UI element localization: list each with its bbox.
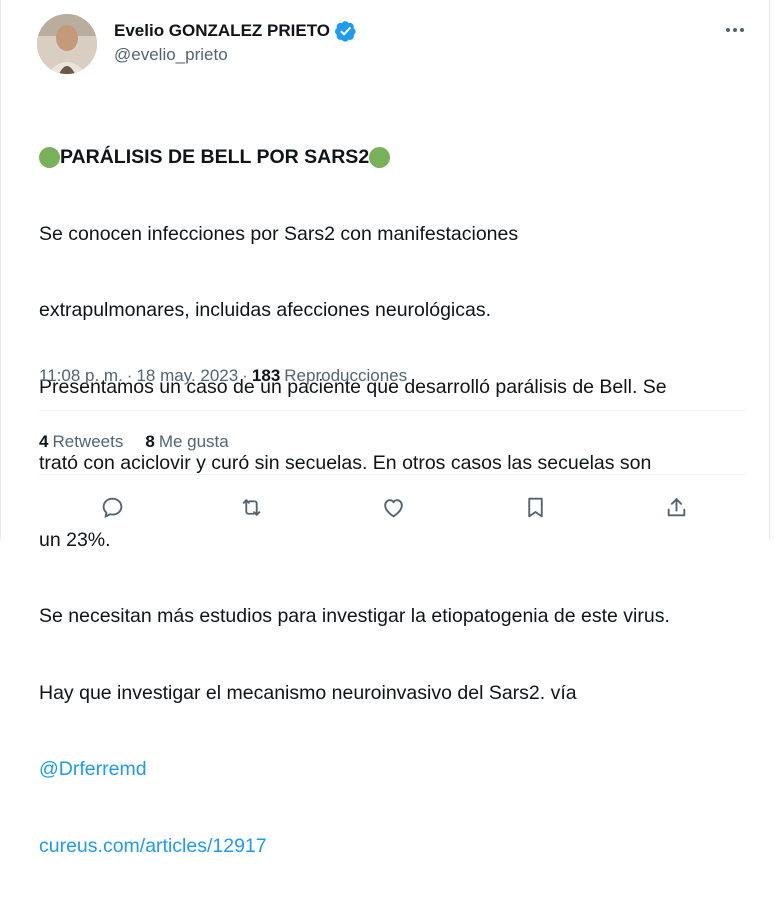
- retweet-button[interactable]: [234, 490, 268, 524]
- action-bar: [1, 490, 771, 524]
- share-icon: [667, 497, 685, 516]
- author-handle[interactable]: @evelio_prieto: [114, 45, 228, 65]
- reply-icon: [102, 497, 122, 518]
- verified-badge-icon: [335, 21, 356, 42]
- green-circle-emoji: [39, 147, 60, 169]
- reply-button[interactable]: [95, 490, 129, 524]
- heart-icon: [383, 498, 403, 517]
- article-link[interactable]: cureus.com/articles/12917: [39, 834, 754, 860]
- tweet-date[interactable]: 18 may. 2023: [136, 366, 238, 386]
- meta-separator: ·: [242, 366, 248, 385]
- bookmark-icon: [527, 497, 543, 517]
- avatar[interactable]: [37, 14, 97, 74]
- tweet-meta: 11:08 p. m. · 18 may. 2023 · 183 Reprodu…: [39, 366, 407, 386]
- tweet-line: Se necesitan más estudios para investiga…: [39, 605, 670, 627]
- retweets-label: Retweets: [52, 432, 124, 451]
- likes-stat[interactable]: 8 Me gusta: [145, 432, 228, 452]
- views-label: Reproducciones: [284, 366, 408, 385]
- likes-label: Me gusta: [158, 432, 229, 451]
- mention-link[interactable]: @Drferremd: [39, 757, 754, 783]
- engagement-stats: 4 Retweets 8 Me gusta: [39, 432, 251, 452]
- tweet-line: Se conocen infecciones por Sars2 con man…: [39, 222, 519, 245]
- tweet-line: trató con aciclovir y curó sin secuelas.…: [39, 452, 652, 474]
- author-name[interactable]: Evelio GONZALEZ PRIETO: [114, 21, 330, 41]
- tweet-line: extrapulmonares, incluidas afecciones ne…: [39, 299, 492, 321]
- divider: [39, 410, 746, 411]
- retweets-stat[interactable]: 4 Retweets: [39, 432, 123, 452]
- green-circle-emoji: [369, 147, 391, 169]
- meta-separator: ·: [126, 366, 133, 385]
- author-row: Evelio GONZALEZ PRIETO: [114, 20, 357, 42]
- tweet-line: Hay que investigar el mecanismo neuroinv…: [39, 681, 577, 704]
- views-count: 183: [251, 366, 281, 385]
- retweets-count: 4: [39, 432, 49, 451]
- divider: [39, 474, 746, 475]
- more-icon[interactable]: [723, 18, 747, 42]
- tweet-heading: PARÁLISIS DE BELL POR SARS2: [60, 146, 370, 168]
- tweet-card: Evelio GONZALEZ PRIETO @evelio_prieto PA…: [0, 0, 771, 857]
- like-button[interactable]: [376, 490, 410, 524]
- bookmark-button[interactable]: [518, 490, 552, 524]
- likes-count: 8: [145, 432, 155, 451]
- tweet-heading-line: PARÁLISIS DE BELL POR SARS2: [39, 145, 754, 171]
- retweet-icon: [242, 498, 260, 516]
- tweet-line: un 23%.: [39, 528, 111, 551]
- tweet-time[interactable]: 11:08 p. m.: [39, 366, 123, 386]
- share-button[interactable]: [659, 490, 693, 524]
